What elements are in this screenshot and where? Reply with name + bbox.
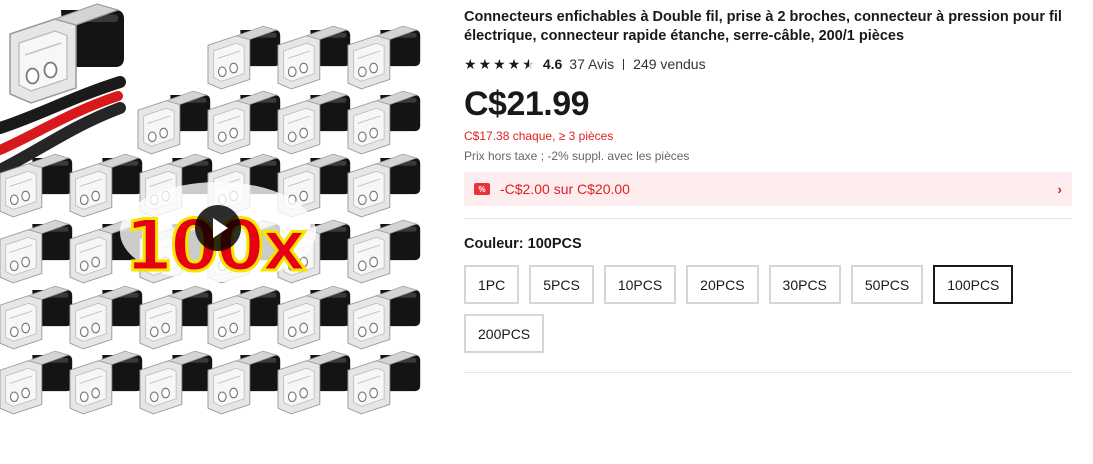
reviews-link[interactable]: 37 Avis xyxy=(569,56,614,72)
variant-option-200pcs[interactable]: 200PCS xyxy=(464,314,545,353)
half-star-icon: ★ xyxy=(522,56,535,72)
product-image[interactable]: 100x xyxy=(0,0,440,434)
coupon-icon: % xyxy=(474,183,490,195)
variant-option-10pcs[interactable]: 10PCS xyxy=(603,265,677,304)
color-label: Couleur: 100PCS xyxy=(464,236,582,252)
variant-option-50pcs[interactable]: 50PCS xyxy=(850,265,924,304)
product-info: Connecteurs enfichables à Double fil, pr… xyxy=(464,8,1072,373)
play-video-button[interactable] xyxy=(195,205,241,251)
play-icon xyxy=(213,218,228,238)
tax-note: Prix hors taxe ; -2% suppl. avec les piè… xyxy=(464,149,690,163)
rating-value: 4.6 xyxy=(542,56,563,72)
coupon-text: -C$2.00 sur C$20.00 xyxy=(500,181,630,197)
rating-row[interactable]: ★ ★ ★ ★ ★ 4.6 37 Avis 249 vendus xyxy=(464,55,1072,73)
sold-count: 249 vendus xyxy=(633,56,706,72)
variant-option-100pcs[interactable]: 100PCS xyxy=(933,265,1014,304)
star-icon: ★ xyxy=(464,56,477,72)
star-icon: ★ xyxy=(493,56,506,72)
star-icon: ★ xyxy=(478,56,492,72)
variant-option-1pc[interactable]: 1PC xyxy=(464,265,520,304)
divider xyxy=(464,372,1072,373)
rating-stars: ★ ★ ★ ★ ★ xyxy=(464,57,535,71)
bulk-price: C$17.38 chaque, ≥ 3 pièces xyxy=(464,129,614,143)
variant-options: 1PC 5PCS 10PCS 20PCS 30PCS 50PCS 100PCS 200PCS xyxy=(464,265,1064,353)
variant-option-30pcs[interactable]: 30PCS xyxy=(768,265,841,304)
variant-option-5pcs[interactable]: 5PCS xyxy=(529,265,594,304)
star-icon: ★ xyxy=(507,56,521,72)
coupon-banner[interactable]: % -C$2.00 sur C$20.00 › xyxy=(464,172,1072,206)
price: C$21.99 xyxy=(464,85,590,123)
product-title: Connecteurs enfichables à Double fil, pr… xyxy=(464,9,1062,44)
divider xyxy=(464,218,1072,219)
separator xyxy=(623,58,625,70)
variant-option-20pcs[interactable]: 20PCS xyxy=(686,265,759,304)
chevron-right-icon: › xyxy=(1057,181,1062,197)
